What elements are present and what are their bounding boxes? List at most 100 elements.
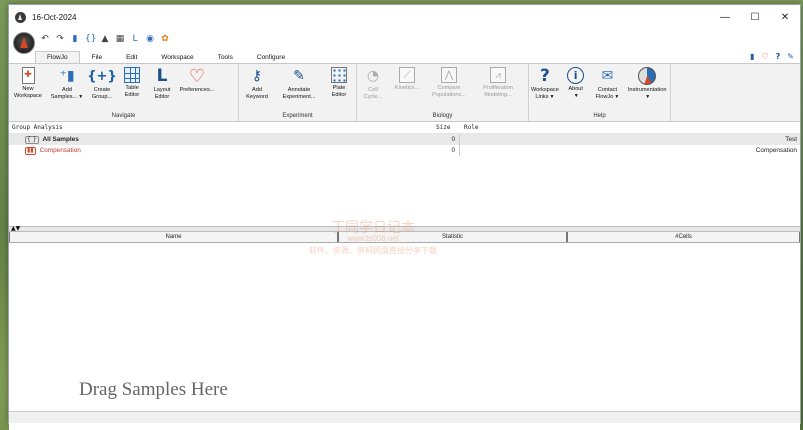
samples-drop-area[interactable]: 丁同学日记本 www.ts006.net 软件、资源、资料网盘直接分享下载 Dr… (9, 220, 800, 430)
group-size: 0 (436, 134, 460, 145)
instrument-quick-icon[interactable]: ◉ (145, 34, 155, 44)
compensation-group-icon: ▮▮ (25, 146, 36, 155)
about-button[interactable]: i About ▼ (561, 64, 591, 112)
redo-icon[interactable]: ↷ (55, 34, 65, 44)
proliferation-modeling-button[interactable]: ⩘ Proliferation Modeling... (473, 64, 523, 112)
menu-right-icons: ▮ ♡ ? ✎ (750, 49, 800, 63)
add-samples-quick-icon[interactable]: ▮ (70, 34, 80, 44)
plugin-quick-icon[interactable]: ✿ (160, 34, 170, 44)
create-group-quick-icon[interactable]: {} (85, 34, 96, 44)
menu-edit[interactable]: Edit (114, 51, 149, 63)
watermark-line-1: 丁同学日记本 (331, 219, 415, 235)
new-workspace-label-2: Workspace (14, 93, 42, 99)
group-row-compensation[interactable]: ▮▮ Compensation 0 Compensation (9, 145, 800, 156)
chevron-down-icon: ▼ (573, 93, 579, 99)
preferences-button[interactable]: ♡ Preferences... (177, 64, 217, 112)
table-editor-quick-icon[interactable]: ▦ (115, 34, 125, 44)
proliferation-icon: ⩘ (490, 67, 506, 83)
preferences-icon: ♡ (188, 65, 206, 87)
bookmark-icon[interactable]: ▮ (750, 52, 754, 61)
menu-configure[interactable]: Configure (245, 51, 297, 63)
proliferation-label: Proliferation (483, 85, 513, 91)
annotate-label-2: Experiment... (282, 94, 316, 100)
compare-populations-icon: ⋀ (441, 67, 457, 83)
group-size: 0 (436, 145, 460, 156)
group-role: Compensation (755, 147, 797, 154)
plate-editor-icon (331, 67, 347, 83)
menu-file[interactable]: File (80, 51, 114, 63)
group-icon: { } (25, 135, 39, 144)
plate-editor-button[interactable]: Plate Editor (323, 64, 355, 112)
quick-access-toolbar: ↶ ↷ ▮ {} ▲ ▦ L ◉ ✿ (9, 29, 800, 54)
watermark: 丁同学日记本 www.ts006.net 软件、资源、资料网盘直接分享下载 (309, 219, 437, 257)
pen-icon[interactable]: ✎ (787, 52, 794, 61)
group-row-all-samples[interactable]: { } All Samples 0 Test (9, 134, 800, 145)
create-group-button[interactable]: {+} Create Group... (87, 64, 117, 112)
workspace-links-button[interactable]: ? Workspace Links▼ (529, 64, 561, 112)
contact-flowjo-button[interactable]: ✉ Contact FlowJo▼ (591, 64, 625, 112)
group-name: Compensation (39, 147, 81, 154)
table-editor-icon (124, 67, 140, 83)
group-label-help: Help (593, 113, 606, 119)
cell-cycle-icon: ◔ (366, 67, 380, 84)
add-samples-icon: ⁺▮ (59, 67, 75, 84)
instrumentation-button[interactable]: Instrumentation ▼ (624, 64, 670, 112)
kinetics-icon: ⟋ (399, 67, 415, 83)
status-bar (9, 411, 800, 423)
table-editor-label: Table (125, 85, 139, 91)
chevron-down-icon: ▼ (78, 94, 84, 100)
new-workspace-button[interactable]: ✚ New Workspace (9, 64, 47, 112)
annotate-experiment-button[interactable]: ✎ Annotate Experiment... (275, 64, 323, 112)
group-analysis-empty-area (9, 156, 800, 226)
favorites-heart-icon[interactable]: ♡ (761, 52, 768, 61)
add-samples-label: Add (62, 87, 72, 93)
maximize-button[interactable]: ☐ (740, 5, 770, 29)
help-icon[interactable]: ? (776, 52, 781, 61)
menu-tools[interactable]: Tools (206, 51, 245, 63)
watermark-line-2: www.ts006.net (346, 234, 400, 243)
drag-samples-hint: Drag Samples Here (79, 379, 228, 400)
info-icon: i (567, 67, 585, 84)
collapse-arrows-icon[interactable]: ▲▼ (11, 226, 20, 232)
proliferation-label-2: Modeling... (484, 92, 512, 98)
layout-editor-icon: L (156, 65, 168, 86)
contact-icon: ✉ (601, 67, 614, 84)
group-name: All Samples (42, 136, 79, 143)
compensation-quick-icon[interactable]: ▲ (100, 34, 110, 44)
cell-cycle-label-2: Cycle... (363, 94, 383, 100)
layout-editor-quick-icon[interactable]: L (130, 34, 140, 44)
annotate-label: Annotate (287, 87, 311, 93)
group-label-biology: Biology (432, 113, 453, 119)
name-column-header[interactable]: Name (9, 232, 338, 242)
kinetics-button[interactable]: ⟋ Kinetics... (389, 64, 425, 112)
flowjo-logo-button[interactable] (13, 32, 35, 54)
close-button[interactable]: ✕ (770, 5, 800, 29)
chevron-down-icon: ▼ (549, 94, 555, 100)
add-keyword-button[interactable]: ⚷ Add Keyword (239, 64, 275, 112)
window-controls: — ☐ ✕ (710, 5, 800, 29)
create-group-icon: {+} (87, 68, 117, 84)
cell-cycle-button[interactable]: ◔ Cell Cycle... (357, 64, 389, 112)
kinetics-label: Kinetics... (394, 85, 420, 91)
undo-icon[interactable]: ↶ (40, 34, 50, 44)
minimize-button[interactable]: — (710, 5, 740, 29)
group-analysis-title: Group Analysis (12, 124, 63, 131)
layout-editor-button[interactable]: L Layout Editor (147, 64, 177, 112)
add-samples-button[interactable]: ⁺▮ Add Samples...▼ (47, 64, 87, 112)
group-role: Test (785, 136, 797, 143)
layout-editor-label-2: Editor (154, 94, 170, 100)
role-column-header[interactable]: Role (460, 124, 800, 131)
table-editor-button[interactable]: Table Editor (117, 64, 147, 112)
add-samples-label-2: Samples... (50, 94, 78, 100)
cells-column-header[interactable]: #Cells (567, 232, 800, 242)
contact-label: Contact (597, 87, 618, 93)
new-workspace-icon: ✚ (21, 67, 35, 84)
compare-populations-button[interactable]: ⋀ Compare Populations... (425, 64, 473, 112)
size-column-header[interactable]: Size (436, 124, 460, 131)
flowjo-app-icon (15, 11, 26, 23)
menu-workspace[interactable]: Workspace (149, 51, 205, 63)
menu-flowjo[interactable]: FlowJo (35, 51, 80, 63)
ribbon-group-experiment: ⚷ Add Keyword ✎ Annotate Experiment... P… (239, 64, 357, 121)
chevron-down-icon: ▼ (614, 94, 620, 100)
preferences-label: Preferences... (179, 87, 215, 93)
